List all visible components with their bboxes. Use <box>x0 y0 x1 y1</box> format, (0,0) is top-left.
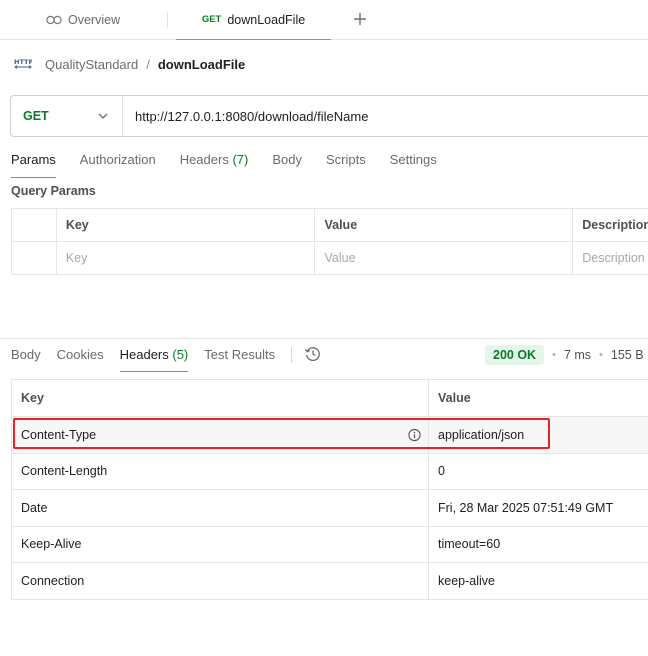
response-headers-table: Key Value Content-Type application/json … <box>11 379 648 600</box>
history-icon[interactable] <box>304 345 324 365</box>
tab-overview[interactable]: Overview <box>46 0 120 40</box>
table-row: Content-Length 0 <box>11 452 648 490</box>
response-tabs: Body Cookies Headers (5) Test Results <box>11 345 324 372</box>
params-key-header: Key <box>55 208 316 242</box>
highlight-annotation <box>13 418 550 449</box>
method-label: GET <box>23 109 49 123</box>
method-select[interactable]: GET <box>11 96 123 136</box>
params-description-field[interactable]: Description <box>572 241 648 275</box>
response-tab-headers-label: Headers <box>119 347 169 362</box>
header-key: Connection <box>11 562 429 600</box>
url-bar: GET <box>10 95 648 137</box>
tab-scripts[interactable]: Scripts <box>326 150 366 178</box>
response-tab-cookies[interactable]: Cookies <box>57 345 104 372</box>
params-empty-row: Key Value Description <box>11 241 648 275</box>
params-table: Key Value Description Key Value Descript… <box>11 208 648 275</box>
tab-bar: Overview GET downLoadFile <box>0 0 648 40</box>
header-key: Keep-Alive <box>11 525 429 563</box>
response-tab-test-results[interactable]: Test Results <box>204 345 275 372</box>
response-size[interactable]: 155 B <box>611 348 644 362</box>
response-time[interactable]: 7 ms <box>564 348 591 362</box>
response-tab-headers[interactable]: Headers (5) <box>119 345 189 372</box>
params-value-field[interactable]: Value <box>314 241 574 275</box>
header-value: Fri, 28 Mar 2025 07:51:49 GMT <box>428 489 648 527</box>
tabs-divider <box>291 347 293 363</box>
table-row: Keep-Alive timeout=60 <box>11 525 648 563</box>
plus-icon[interactable] <box>350 8 370 30</box>
request-tabs: Params Authorization Headers (7) Body Sc… <box>11 150 461 178</box>
response-divider[interactable] <box>0 338 648 339</box>
tab-params[interactable]: Params <box>11 150 56 178</box>
header-value: timeout=60 <box>428 525 648 563</box>
tab-headers-count: (7) <box>232 152 249 167</box>
tab-headers[interactable]: Headers (7) <box>180 150 249 178</box>
params-table-header: Key Value Description <box>11 208 648 242</box>
query-params-title: Query Params <box>11 184 96 198</box>
response-status: 200 OK • 7 ms • 155 B <box>485 344 644 366</box>
breadcrumb: HTTP QualityStandard / downLoadFile <box>14 54 245 74</box>
status-dot: • <box>599 349 603 361</box>
response-tab-headers-count: (5) <box>172 347 189 362</box>
tab-settings[interactable]: Settings <box>390 150 437 178</box>
tab-overview-label: Overview <box>68 13 121 27</box>
breadcrumb-separator: / <box>146 56 150 72</box>
request-title[interactable]: downLoadFile <box>158 57 245 72</box>
tab-downloadfile-label: downLoadFile <box>227 12 306 27</box>
headers-key-header: Key <box>11 379 429 417</box>
tab-downloadfile[interactable]: GET downLoadFile <box>176 0 331 40</box>
tab-method-badge: GET <box>201 14 222 25</box>
header-key: Content-Length <box>11 452 429 490</box>
http-icon: HTTP <box>14 57 32 71</box>
overview-icon <box>46 14 62 26</box>
status-dot: • <box>552 349 556 361</box>
header-key: Date <box>11 489 429 527</box>
params-row-checkbox <box>11 241 57 275</box>
chevron-down-icon <box>98 113 108 119</box>
header-value: 0 <box>428 452 648 490</box>
params-key-field[interactable]: Key <box>55 241 316 275</box>
headers-value-header: Value <box>428 379 648 417</box>
status-badge[interactable]: 200 OK <box>485 345 545 365</box>
params-description-header: Description <box>572 208 648 242</box>
headers-table-header: Key Value <box>11 379 648 417</box>
response-tab-body[interactable]: Body <box>11 345 41 372</box>
header-value: keep-alive <box>428 562 648 600</box>
tab-headers-label: Headers <box>179 152 229 167</box>
svg-text:HTTP: HTTP <box>14 58 32 66</box>
tab-authorization[interactable]: Authorization <box>80 150 156 178</box>
table-row: Connection keep-alive <box>11 562 648 600</box>
table-row: Date Fri, 28 Mar 2025 07:51:49 GMT <box>11 489 648 527</box>
params-checkbox-column <box>11 208 57 242</box>
url-input[interactable] <box>123 97 648 135</box>
breadcrumb-collection[interactable]: QualityStandard <box>45 57 138 72</box>
tab-divider <box>167 12 168 28</box>
params-value-header: Value <box>314 208 574 242</box>
tab-body[interactable]: Body <box>272 150 302 178</box>
